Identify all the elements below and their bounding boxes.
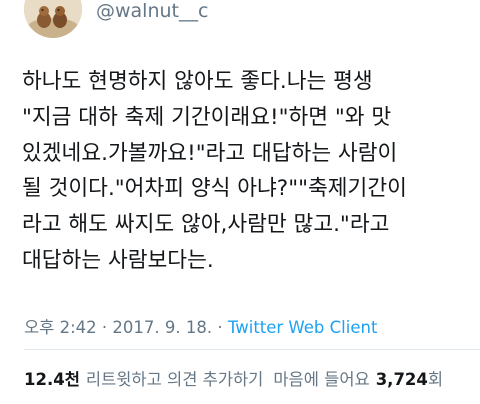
tweet-time[interactable]: 오후 2:42 xyxy=(24,318,97,337)
tweet-line: 있겠네요.가볼까요!"라고 대답하는 사람이 xyxy=(22,140,398,166)
likes-label[interactable]: 마음에 들어요 xyxy=(273,370,369,389)
tweet-line: 될 것이다."어차피 양식 아냐?""축제기간이 xyxy=(22,176,407,202)
tweet-line: "지금 대하 축제 기간이래요!"하면 "와 맛 xyxy=(22,104,392,130)
tweet-line: 라고 해도 싸지도 않아,사람만 많고."라고 xyxy=(22,212,390,238)
divider xyxy=(24,349,480,350)
likes-count[interactable]: 3,724 xyxy=(376,370,428,389)
user-handle[interactable]: @walnut__c xyxy=(96,0,208,22)
retweets-label[interactable]: 리트윗하고 의견 추가하기 xyxy=(86,370,263,389)
tweet-header: @walnut__c xyxy=(0,0,480,48)
likes-unit: 회 xyxy=(427,370,444,389)
retweets-count[interactable]: 12.4천 xyxy=(24,370,80,389)
meta-separator: · xyxy=(101,318,108,337)
meta-separator: · xyxy=(217,318,223,337)
avatar-image xyxy=(24,0,82,38)
tweet-metadata: 오후 2:42 · 2017. 9. 18. · Twitter Web Cli… xyxy=(24,314,377,338)
tweet-stats: 12.4천 리트윗하고 의견 추가하기 마음에 들어요 3,724회 xyxy=(24,366,443,390)
tweet-line: 대답하는 사람보다는. xyxy=(22,247,214,273)
avatar[interactable] xyxy=(24,0,82,38)
tweet-date[interactable]: 2017. 9. 18. xyxy=(112,318,212,337)
tweet-body: 하나도 현명하지 않아도 좋다.나는 평생 "지금 대하 축제 기간이래요!"하… xyxy=(22,64,472,279)
tweet-source-link[interactable]: Twitter Web Client xyxy=(228,318,378,337)
tweet-line: 하나도 현명하지 않아도 좋다.나는 평생 xyxy=(22,69,373,94)
